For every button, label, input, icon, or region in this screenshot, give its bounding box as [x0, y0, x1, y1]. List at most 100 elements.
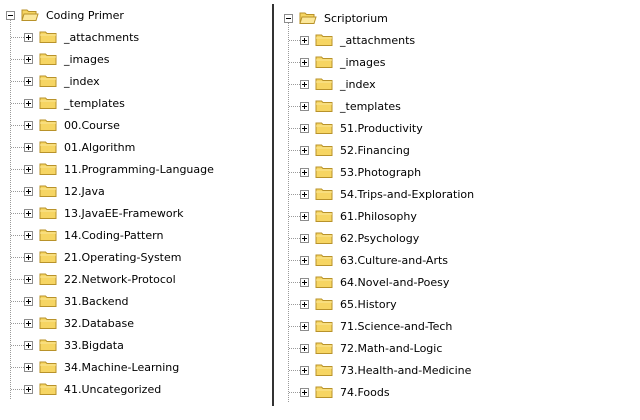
tree-item-label[interactable]: 65.History: [339, 298, 398, 311]
tree-item-label[interactable]: 64.Novel-and-Poesy: [339, 276, 450, 289]
expand-icon[interactable]: [24, 164, 33, 174]
tree-item-label[interactable]: 34.Machine-Learning: [63, 361, 180, 374]
tree-item[interactable]: 13.JavaEE-Framework: [24, 204, 185, 222]
tree-item[interactable]: 01.Algorithm: [24, 138, 136, 156]
tree-item-label[interactable]: _index: [63, 75, 101, 88]
tree-item-label[interactable]: 62.Psychology: [339, 232, 420, 245]
tree-item-label[interactable]: 71.Science-and-Tech: [339, 320, 453, 333]
tree-item[interactable]: 33.Bigdata: [24, 336, 125, 354]
expand-icon[interactable]: [24, 142, 33, 152]
tree-item[interactable]: _templates: [300, 97, 402, 115]
expand-icon[interactable]: [24, 318, 33, 328]
expand-icon[interactable]: [24, 252, 33, 262]
expand-icon[interactable]: [300, 233, 309, 243]
tree-item[interactable]: 63.Culture-and-Arts: [300, 251, 449, 269]
tree-item[interactable]: _index: [24, 72, 101, 90]
expand-icon[interactable]: [300, 145, 309, 155]
pane-divider[interactable]: [272, 4, 274, 406]
tree-item-label[interactable]: _templates: [339, 100, 402, 113]
tree-root-label[interactable]: Coding Primer: [45, 9, 125, 22]
expand-icon[interactable]: [300, 57, 309, 67]
expand-icon[interactable]: [24, 230, 33, 240]
tree-item-label[interactable]: 73.Health-and-Medicine: [339, 364, 472, 377]
tree-item[interactable]: _attachments: [300, 31, 416, 49]
tree-item[interactable]: 53.Photograph: [300, 163, 422, 181]
expand-icon[interactable]: [300, 321, 309, 331]
tree-item[interactable]: _attachments: [24, 28, 140, 46]
tree-item-label[interactable]: 33.Bigdata: [63, 339, 125, 352]
tree-item[interactable]: 74.Foods: [300, 383, 391, 401]
tree-item[interactable]: 64.Novel-and-Poesy: [300, 273, 450, 291]
tree-item-label[interactable]: 00.Course: [63, 119, 121, 132]
tree-item-label[interactable]: 22.Network-Protocol: [63, 273, 177, 286]
tree-item[interactable]: 22.Network-Protocol: [24, 270, 177, 288]
tree-item-label[interactable]: 21.Operating-System: [63, 251, 182, 264]
tree-item-label[interactable]: _templates: [63, 97, 126, 110]
tree-item-label[interactable]: _attachments: [63, 31, 140, 44]
tree-item[interactable]: 34.Machine-Learning: [24, 358, 180, 376]
tree-item[interactable]: 65.History: [300, 295, 398, 313]
tree-item[interactable]: _images: [300, 53, 387, 71]
expand-icon[interactable]: [24, 76, 33, 86]
expand-icon[interactable]: [24, 32, 33, 42]
tree-item-label[interactable]: 52.Financing: [339, 144, 411, 157]
tree-item-label[interactable]: 41.Uncategorized: [63, 383, 162, 396]
tree-item[interactable]: 61.Philosophy: [300, 207, 418, 225]
tree-item-label[interactable]: 53.Photograph: [339, 166, 422, 179]
expand-icon[interactable]: [24, 98, 33, 108]
tree-item-label[interactable]: 72.Math-and-Logic: [339, 342, 443, 355]
expand-icon[interactable]: [300, 189, 309, 199]
tree-root-node[interactable]: Scriptorium: [284, 9, 389, 27]
expand-icon[interactable]: [24, 54, 33, 64]
tree-root-label[interactable]: Scriptorium: [323, 12, 389, 25]
collapse-icon[interactable]: [284, 13, 293, 23]
tree-item-label[interactable]: 01.Algorithm: [63, 141, 136, 154]
expand-icon[interactable]: [24, 362, 33, 372]
tree-item-label[interactable]: 31.Backend: [63, 295, 130, 308]
tree-item-label[interactable]: 61.Philosophy: [339, 210, 418, 223]
tree-item[interactable]: 12.Java: [24, 182, 106, 200]
tree-item-label[interactable]: 14.Coding-Pattern: [63, 229, 164, 242]
tree-item-label[interactable]: _images: [339, 56, 387, 69]
tree-item[interactable]: 52.Financing: [300, 141, 411, 159]
tree-item[interactable]: 51.Productivity: [300, 119, 424, 137]
expand-icon[interactable]: [300, 35, 309, 45]
expand-icon[interactable]: [300, 343, 309, 353]
tree-item[interactable]: 62.Psychology: [300, 229, 420, 247]
tree-item[interactable]: 00.Course: [24, 116, 121, 134]
tree-item[interactable]: 54.Trips-and-Exploration: [300, 185, 475, 203]
tree-item[interactable]: _index: [300, 75, 377, 93]
tree-item[interactable]: 41.Uncategorized: [24, 380, 162, 398]
expand-icon[interactable]: [24, 120, 33, 130]
tree-item[interactable]: 31.Backend: [24, 292, 130, 310]
expand-icon[interactable]: [24, 274, 33, 284]
expand-icon[interactable]: [300, 365, 309, 375]
tree-item-label[interactable]: _index: [339, 78, 377, 91]
tree-item-label[interactable]: 12.Java: [63, 185, 106, 198]
expand-icon[interactable]: [300, 277, 309, 287]
expand-icon[interactable]: [300, 167, 309, 177]
expand-icon[interactable]: [300, 211, 309, 221]
tree-item-label[interactable]: 51.Productivity: [339, 122, 424, 135]
expand-icon[interactable]: [300, 255, 309, 265]
tree-item[interactable]: 72.Math-and-Logic: [300, 339, 443, 357]
tree-item-label[interactable]: 63.Culture-and-Arts: [339, 254, 449, 267]
expand-icon[interactable]: [24, 208, 33, 218]
tree-root-node[interactable]: Coding Primer: [6, 6, 125, 24]
tree-item-label[interactable]: 74.Foods: [339, 386, 391, 399]
expand-icon[interactable]: [300, 387, 309, 397]
expand-icon[interactable]: [24, 296, 33, 306]
collapse-icon[interactable]: [6, 10, 15, 20]
tree-item-label[interactable]: 11.Programming-Language: [63, 163, 215, 176]
tree-item-label[interactable]: 54.Trips-and-Exploration: [339, 188, 475, 201]
expand-icon[interactable]: [300, 101, 309, 111]
expand-icon[interactable]: [24, 186, 33, 196]
tree-item[interactable]: _images: [24, 50, 111, 68]
tree-item[interactable]: 21.Operating-System: [24, 248, 182, 266]
expand-icon[interactable]: [24, 384, 33, 394]
tree-item[interactable]: 14.Coding-Pattern: [24, 226, 164, 244]
tree-item[interactable]: _templates: [24, 94, 126, 112]
tree-item-label[interactable]: _attachments: [339, 34, 416, 47]
expand-icon[interactable]: [300, 299, 309, 309]
tree-item[interactable]: 71.Science-and-Tech: [300, 317, 453, 335]
